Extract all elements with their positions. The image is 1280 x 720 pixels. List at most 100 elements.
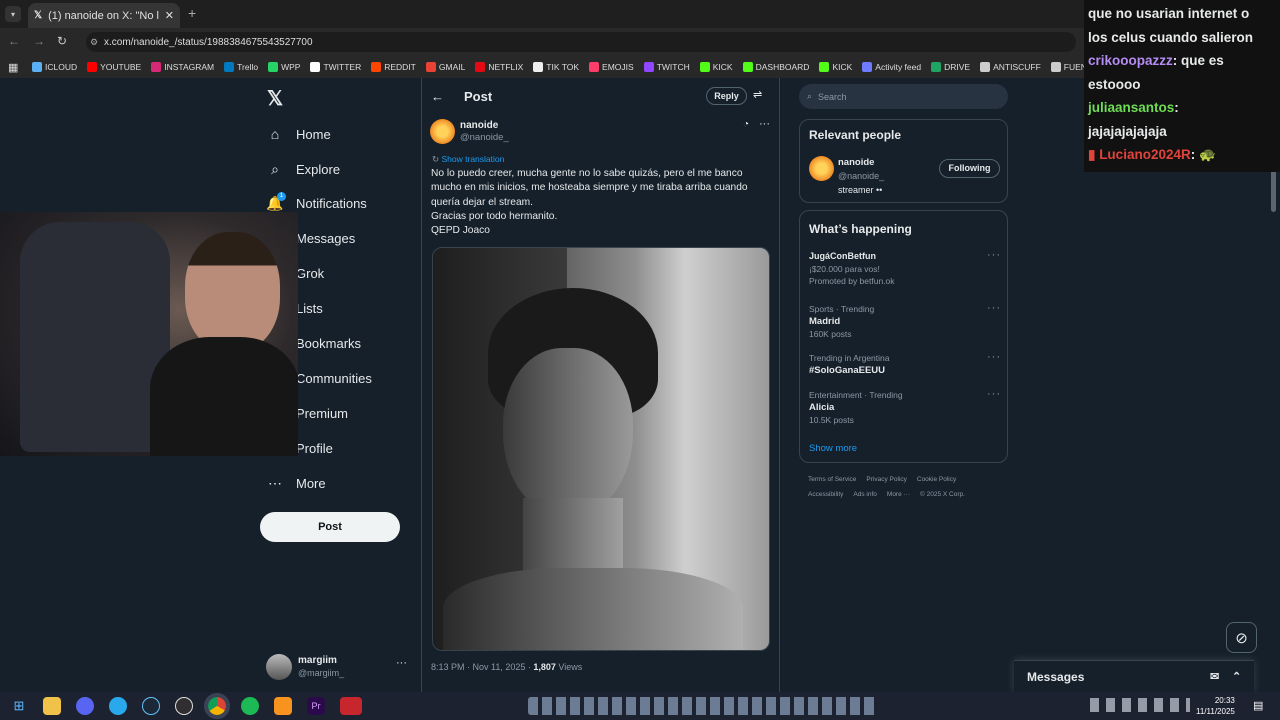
person-avatar[interactable] [809, 156, 834, 181]
url-bar[interactable]: ⚙ x.com/nanoide_/status/1988384675543527… [86, 32, 1076, 52]
discord-icon[interactable] [76, 697, 94, 715]
x-logo-icon[interactable]: 𝕏 [267, 86, 283, 111]
expand-chevron-icon[interactable]: ⌃ [1232, 670, 1241, 683]
back-arrow-icon[interactable]: ← [431, 89, 444, 104]
notification-center-icon[interactable]: ▤ [1253, 699, 1263, 712]
avatar [266, 654, 292, 680]
bookmark-favicon-icon [371, 62, 382, 72]
bookmark-dashboard[interactable]: DASHBOARD [742, 62, 809, 72]
trend-item[interactable]: Trending in Argentina #SoloGanaEEUU [809, 352, 890, 377]
reload-icon[interactable]: ↻ [57, 34, 67, 48]
bookmark-antiscuff[interactable]: ANTISCUFF [980, 62, 1041, 72]
bookmark-tik-tok[interactable]: TIK TOK [533, 62, 579, 72]
fl-studio-icon[interactable] [274, 697, 292, 715]
trend-item[interactable]: Entertainment · Trending Alicia 10.5K post… [809, 389, 903, 427]
messages-drawer[interactable]: Messages ✉ ⌃ [1014, 660, 1254, 692]
show-translation-label: Show translation [441, 154, 505, 164]
bookmark-twitter[interactable]: TWITTER [310, 62, 361, 72]
bookmark-label: EMOJIS [602, 62, 634, 72]
bookmark-netflix[interactable]: NETFLIX [475, 62, 523, 72]
bookmark-wpp[interactable]: WPP [268, 62, 300, 72]
compose-message-icon[interactable]: ✉ [1210, 670, 1219, 683]
bookmark-favicon-icon [819, 62, 830, 72]
post-more-icon[interactable]: ··· [759, 118, 770, 130]
notification-badge: 1 [277, 192, 286, 201]
show-translation-link[interactable]: ↻ Show translation [432, 154, 504, 165]
browser-tab-active[interactable]: 𝕏 (1) nanoide on X: "No lo puedo... ✕ [28, 3, 180, 28]
search-placeholder: Search [818, 91, 847, 102]
author-name[interactable]: nanoide [460, 120, 498, 131]
tray-right[interactable] [1090, 698, 1190, 712]
chrome-icon[interactable] [204, 693, 230, 719]
bookmark-kick[interactable]: KICK [699, 62, 733, 72]
account-more-icon[interactable]: ··· [396, 657, 407, 669]
forward-arrow-icon[interactable]: → [33, 34, 45, 48]
back-arrow-icon[interactable]: ← [8, 34, 20, 48]
search-input[interactable]: ⌕ Search [799, 84, 1008, 109]
author-avatar[interactable] [430, 119, 455, 144]
account-switcher[interactable]: margiim @margiim_ ··· [266, 654, 411, 682]
post-button[interactable]: Post [260, 512, 400, 542]
show-more-link[interactable]: Show more [809, 443, 857, 454]
trend-more-icon[interactable]: ··· [987, 249, 1001, 261]
obs-icon[interactable] [175, 697, 193, 715]
trend-more-icon[interactable]: ··· [987, 351, 1001, 363]
footer-link[interactable]: Ads info [853, 491, 877, 498]
bookmark-instagram[interactable]: INSTAGRAM [151, 62, 214, 72]
post-photo[interactable] [432, 247, 770, 651]
tab-search-button[interactable]: ▾ [5, 6, 21, 22]
file-explorer-icon[interactable] [43, 697, 61, 715]
footer-link[interactable]: © 2025 X Corp. [920, 491, 965, 498]
bookmark-emojis[interactable]: EMOJIS [589, 62, 634, 72]
footer-link[interactable]: More ··· [887, 491, 910, 498]
footer-link[interactable]: Accessibility [808, 491, 843, 498]
following-button[interactable]: Following [939, 159, 1000, 178]
grok-floating-button[interactable]: ⊘ [1226, 622, 1257, 653]
grok-icon[interactable]: ◔ [743, 119, 749, 130]
app-icon[interactable] [340, 697, 362, 715]
steam-icon[interactable] [142, 697, 160, 715]
trend-more-icon[interactable]: ··· [987, 388, 1001, 400]
new-tab-button[interactable]: + [188, 5, 196, 21]
clock[interactable]: 20:33 11/11/2025 [1196, 695, 1235, 717]
trend-meta: Trending in Argentina [809, 353, 890, 363]
trend-item[interactable]: Sports · Trending Madrid 160K posts [809, 303, 874, 341]
url-text: x.com/nanoide_/status/198838467554352770… [104, 36, 313, 48]
bookmark-reddit[interactable]: REDDIT [371, 62, 416, 72]
bookmark-favicon-icon [862, 62, 873, 72]
sidebar-item-explore[interactable]: ⌕ Explore [266, 160, 340, 178]
close-tab-icon[interactable]: ✕ [165, 9, 174, 22]
premiere-icon[interactable]: Pr [307, 697, 325, 715]
bookmark-activity-feed[interactable]: Activity feed [862, 62, 921, 72]
telegram-icon[interactable] [109, 697, 127, 715]
trend-meta: Sports · Trending [809, 304, 875, 314]
bookmark-twitch[interactable]: TWITCH [643, 62, 690, 72]
sidebar-item-more[interactable]: ⋯ More [266, 474, 326, 492]
spotify-icon[interactable] [241, 697, 259, 715]
sidebar-item-label: Grok [296, 265, 325, 281]
windows-start-icon[interactable]: ⊞ [10, 697, 28, 715]
trend-more-icon[interactable]: ··· [987, 302, 1001, 314]
trend-posts: 160K posts [809, 329, 852, 339]
footer-link[interactable]: Terms of Service [808, 476, 856, 483]
reply-button[interactable]: Reply [706, 87, 747, 105]
chat-line: juliaansantos: [1088, 96, 1276, 120]
bookmark-gmail[interactable]: GMAIL [425, 62, 465, 72]
footer-link[interactable]: Cookie Policy [917, 476, 956, 483]
filter-settings-icon[interactable]: ⇌ [753, 88, 762, 101]
bookmark-kick[interactable]: KICK [819, 62, 852, 72]
bookmark-drive[interactable]: DRIVE [931, 62, 970, 72]
relevant-people-panel: Relevant people nanoide @nanoide_ stream… [799, 119, 1008, 203]
bookmark-icloud[interactable]: ICLOUD [32, 62, 77, 72]
trend-item[interactable]: JugáConBetfun ¡$20.000 para vos! Promoted … [809, 250, 895, 288]
sidebar-item-home[interactable]: ⌂ Home [266, 125, 331, 143]
tray-icons[interactable] [528, 697, 878, 715]
bookmark-trello[interactable]: Trello [224, 62, 258, 72]
apps-grid-icon[interactable]: ▦ [8, 61, 18, 74]
author-handle[interactable]: @nanoide_ [460, 132, 509, 143]
bookmark-youtube[interactable]: YOUTUBE [87, 62, 141, 72]
person-name[interactable]: nanoide [838, 157, 874, 168]
footer-link[interactable]: Privacy Policy [866, 476, 906, 483]
webcam-head [185, 232, 280, 352]
bookmark-label: KICK [712, 62, 733, 72]
